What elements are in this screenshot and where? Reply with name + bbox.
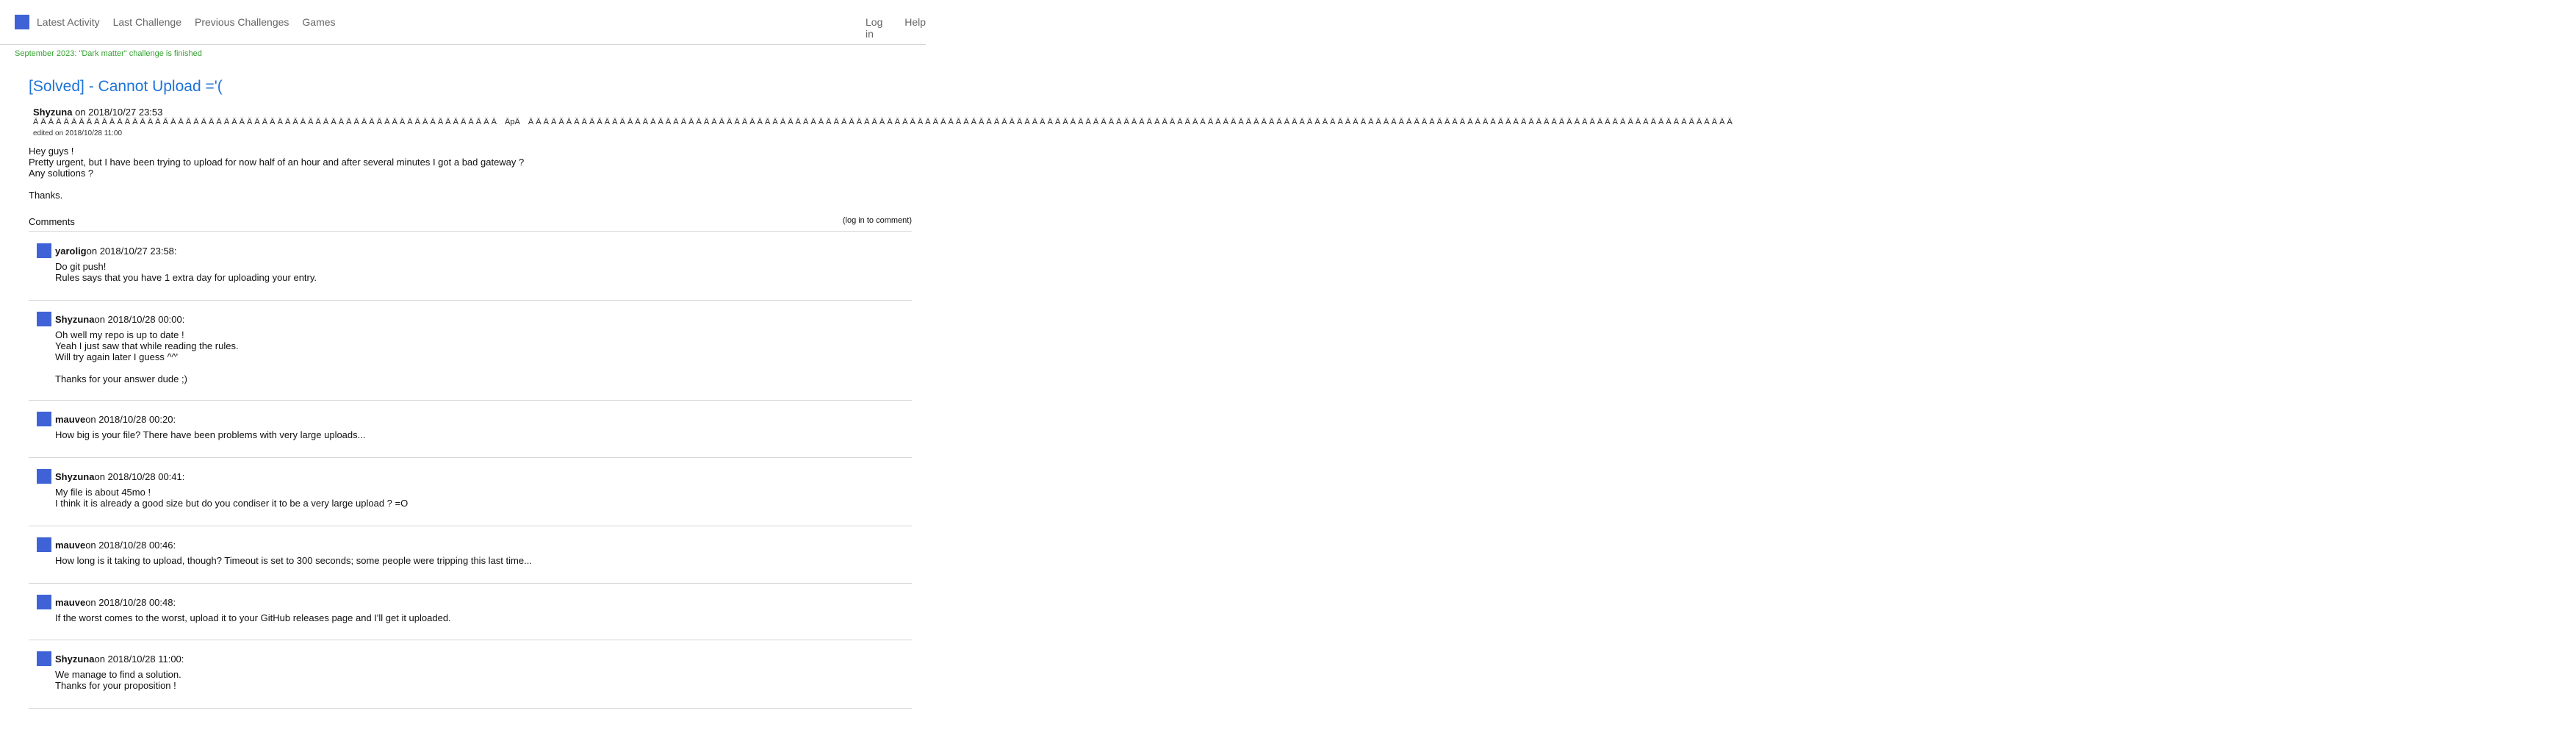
- comment-header: Shyzunaon 2018/10/28 11:00:: [55, 654, 184, 665]
- comment-item: Shyzunaon 2018/10/28 11:00: We manage to…: [29, 640, 912, 709]
- nav-latest-activity[interactable]: Latest Activity: [37, 16, 100, 28]
- comment-line: Thanks for your answer dude ;): [55, 373, 187, 384]
- comment-body: If the worst comes to the worst, upload …: [55, 612, 451, 623]
- comment-item: mauveon 2018/10/28 00:48: If the worst c…: [29, 583, 912, 640]
- comment-line: How big is your file? There have been pr…: [55, 429, 366, 440]
- comment-date: on 2018/10/28 00:41:: [94, 471, 185, 482]
- comment-header: Shyzunaon 2018/10/28 00:00:: [55, 314, 184, 325]
- comments-title: Comments: [29, 216, 75, 227]
- comment-body: How long is it taking to upload, though?…: [55, 555, 532, 566]
- comment-line: I think it is already a good size but do…: [55, 498, 409, 509]
- login-link[interactable]: Log in: [866, 16, 891, 40]
- comment-line: Do git push!: [55, 261, 107, 272]
- comment-header: Shyzunaon 2018/10/28 00:41:: [55, 471, 184, 482]
- comment-author[interactable]: Shyzuna: [55, 654, 94, 665]
- post-body: Hey guys ! Pretty urgent, but I have bee…: [29, 146, 524, 201]
- comment-date: on 2018/10/28 00:20:: [85, 414, 176, 425]
- comment-author[interactable]: mauve: [55, 414, 85, 425]
- comment-item: Shyzunaon 2018/10/28 00:41: My file is a…: [29, 457, 912, 526]
- nav-previous-challenges[interactable]: Previous Challenges: [195, 16, 289, 28]
- avatar-icon[interactable]: [37, 243, 51, 258]
- comment-line: We manage to find a solution.: [55, 669, 181, 680]
- comment-item: Shyzunaon 2018/10/28 00:00: Oh well my r…: [29, 300, 912, 401]
- comment-date: on 2018/10/28 11:00:: [94, 654, 184, 665]
- comment-line: Yeah I just saw that while reading the r…: [55, 340, 239, 351]
- post-reactions-row: Â Â Â Â Â Â Â Â Â Â Â Â Â Â Â Â Â Â Â Â …: [33, 118, 2576, 128]
- nav-last-challenge[interactable]: Last Challenge: [113, 16, 181, 28]
- comment-author[interactable]: Shyzuna: [55, 471, 94, 482]
- comment-body: My file is about 45mo ! I think it is al…: [55, 487, 408, 509]
- reactions-mid: ÂpÂ: [504, 118, 520, 126]
- comment-item: yaroligon 2018/10/27 23:58: Do git push!…: [29, 232, 912, 301]
- comment-header: mauveon 2018/10/28 00:46:: [55, 540, 176, 551]
- comment-item: mauveon 2018/10/28 00:46: How long is it…: [29, 526, 912, 584]
- comment-line: Will try again later I guess ^^': [55, 351, 179, 362]
- comment-header: yaroligon 2018/10/27 23:58:: [55, 246, 177, 257]
- avatar-icon[interactable]: [37, 412, 51, 426]
- post-author[interactable]: Shyzuna: [33, 107, 72, 118]
- comment-author[interactable]: mauve: [55, 540, 85, 551]
- comment-body: Do git push! Rules says that you have 1 …: [55, 261, 317, 283]
- comment-line: My file is about 45mo !: [55, 487, 151, 498]
- comment-body: How big is your file? There have been pr…: [55, 429, 365, 440]
- comment-author[interactable]: yarolig: [55, 246, 87, 257]
- post-meta: Shyzuna on 2018/10/27 23:53: [33, 107, 162, 118]
- comment-body: Oh well my repo is up to date ! Yeah I j…: [55, 329, 239, 384]
- comments-header: Comments (log in to comment): [29, 216, 912, 232]
- post-edited-note: edited on 2018/10/28 11:00: [33, 129, 123, 137]
- post-line: Any solutions ?: [29, 168, 94, 179]
- main-nav: Latest Activity Last Challenge Previous …: [37, 16, 336, 28]
- avatar-icon[interactable]: [37, 537, 51, 552]
- comment-header: mauveon 2018/10/28 00:20:: [55, 414, 176, 425]
- avatar-icon[interactable]: [37, 469, 51, 484]
- post-line: Pretty urgent, but I have been trying to…: [29, 157, 525, 168]
- post-date: on 2018/10/27 23:53: [75, 107, 163, 118]
- site-logo-icon[interactable]: [15, 15, 29, 29]
- comment-body: We manage to find a solution. Thanks for…: [55, 669, 181, 691]
- post-line: Thanks.: [29, 190, 63, 201]
- avatar-icon[interactable]: [37, 651, 51, 666]
- login-to-comment-link[interactable]: (log in to comment): [843, 216, 912, 225]
- top-navigation-bar: Latest Activity Last Challenge Previous …: [0, 0, 926, 45]
- comment-line: Rules says that you have 1 extra day for…: [55, 272, 317, 283]
- avatar-icon[interactable]: [37, 312, 51, 326]
- comment-line: Oh well my repo is up to date !: [55, 329, 184, 340]
- comment-author[interactable]: Shyzuna: [55, 314, 94, 325]
- comment-date: on 2018/10/28 00:46:: [85, 540, 176, 551]
- reactions-post: Â Â Â Â Â Â Â Â Â Â Â Â Â Â Â Â Â Â Â Â …: [528, 118, 1733, 126]
- comment-item: mauveon 2018/10/28 00:20: How big is you…: [29, 400, 912, 458]
- reactions-pre: Â Â Â Â Â Â Â Â Â Â Â Â Â Â Â Â Â Â Â Â …: [33, 118, 497, 126]
- post-title[interactable]: [Solved] - Cannot Upload ='(: [29, 78, 223, 96]
- account-nav: Log in Help: [866, 16, 926, 40]
- nav-games[interactable]: Games: [302, 16, 335, 28]
- comment-line: How long is it taking to upload, though?…: [55, 555, 532, 566]
- comment-header: mauveon 2018/10/28 00:48:: [55, 597, 176, 608]
- comment-date: on 2018/10/28 00:00:: [94, 314, 185, 325]
- comment-date: on 2018/10/28 00:48:: [85, 597, 176, 608]
- comment-author[interactable]: mauve: [55, 597, 85, 608]
- comment-date: on 2018/10/27 23:58:: [86, 246, 177, 257]
- avatar-icon[interactable]: [37, 595, 51, 609]
- challenge-banner: September 2023: "Dark matter" challenge …: [15, 49, 202, 58]
- comment-line: If the worst comes to the worst, upload …: [55, 612, 451, 623]
- help-link[interactable]: Help: [904, 16, 926, 40]
- comment-line: Thanks for your proposition !: [55, 680, 176, 691]
- post-line: Hey guys !: [29, 146, 74, 157]
